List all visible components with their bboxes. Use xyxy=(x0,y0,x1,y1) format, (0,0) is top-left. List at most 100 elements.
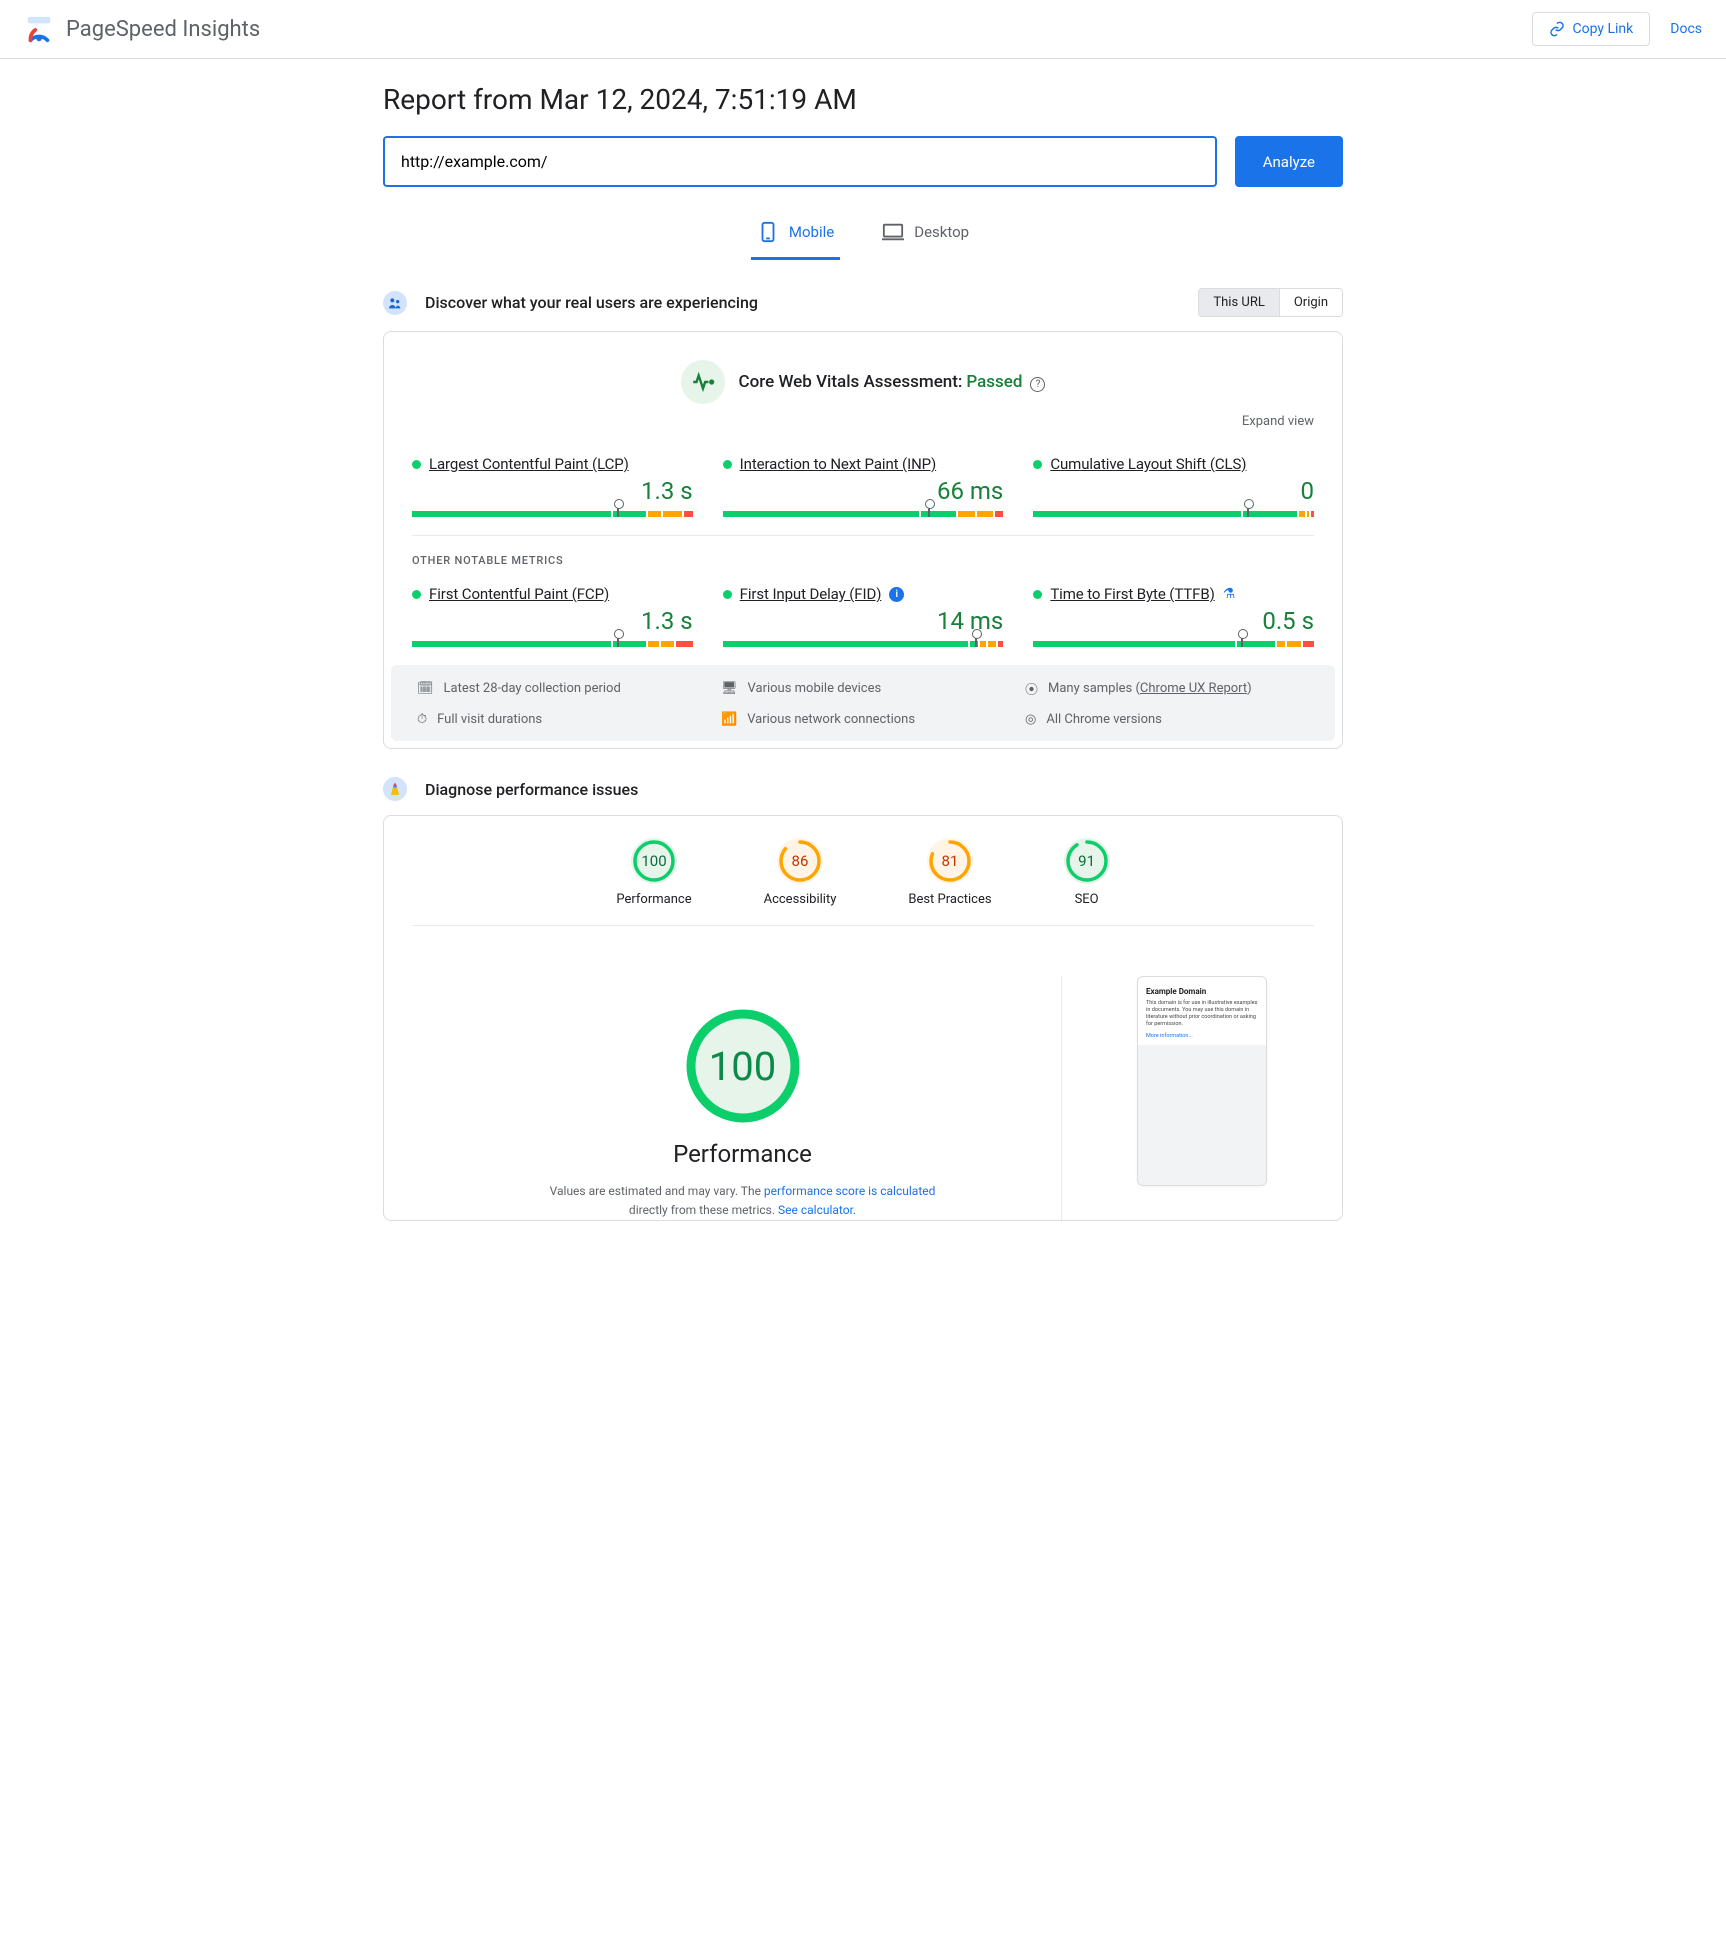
metric-cls-name: Cumulative Layout Shift (CLS) xyxy=(1050,455,1246,473)
metric-fid-name: First Input Delay (FID) xyxy=(740,585,882,603)
metric-ttfb[interactable]: Time to First Byte (TTFB) ⚗ 0.5 s xyxy=(1033,585,1314,651)
report-title: Report from Mar 12, 2024, 7:51:19 AM xyxy=(383,83,1343,116)
copy-link-button[interactable]: Copy Link xyxy=(1532,12,1651,46)
cwv-title-wrap: Core Web Vitals Assessment: Passed ? xyxy=(739,372,1046,392)
metric-lcp[interactable]: Largest Contentful Paint (LCP) 1.3 s xyxy=(412,455,693,521)
calendar-icon: 🗓 xyxy=(417,681,434,696)
app-header: PageSpeed Insights Copy Link Docs xyxy=(0,0,1726,59)
gauge-row: 100 Performance 86 Accessibility 81 Best… xyxy=(384,816,1342,925)
lcp-distribution xyxy=(412,511,693,517)
fid-info-icon[interactable]: i xyxy=(889,587,904,602)
status-dot-good-icon xyxy=(1033,460,1042,469)
header-right: Copy Link Docs xyxy=(1532,12,1703,46)
users-icon xyxy=(383,291,407,315)
status-dot-good-icon xyxy=(1033,590,1042,599)
metric-lcp-name: Largest Contentful Paint (LCP) xyxy=(429,455,629,473)
gauge-seo[interactable]: 91 SEO xyxy=(1064,838,1110,907)
experimental-flask-icon: ⚗ xyxy=(1223,586,1236,602)
other-metrics-grid: First Contentful Paint (FCP) 1.3 s First… xyxy=(412,585,1314,651)
big-performance-gauge: 100 xyxy=(683,1006,803,1126)
preview-fill xyxy=(1138,1045,1266,1185)
metric-fcp-name: First Contentful Paint (FCP) xyxy=(429,585,609,603)
cwv-title-prefix: Core Web Vitals Assessment: xyxy=(739,372,963,392)
toggle-this-url[interactable]: This URL xyxy=(1199,289,1279,316)
pagespeed-logo-icon xyxy=(24,14,54,44)
lighthouse-icon xyxy=(383,777,407,801)
url-row: Analyze xyxy=(383,136,1343,187)
big-score-left: 100 Performance Values are estimated and… xyxy=(424,976,1062,1220)
tab-mobile-label: Mobile xyxy=(789,223,834,241)
collection-period: Latest 28-day collection period xyxy=(444,681,621,696)
fid-distribution xyxy=(723,641,1004,647)
lighthouse-card: 100 Performance 86 Accessibility 81 Best… xyxy=(383,815,1343,1221)
status-dot-good-icon xyxy=(412,590,421,599)
header-left: PageSpeed Insights xyxy=(24,14,260,44)
metric-ttfb-value: 0.5 s xyxy=(1033,607,1314,635)
preview-title: Example Domain xyxy=(1146,987,1258,996)
lighthouse-section-title: Diagnose performance issues xyxy=(425,780,638,799)
desktop-icon xyxy=(882,221,904,243)
gauge-performance[interactable]: 100 Performance xyxy=(616,838,691,907)
durations-text: Full visit durations xyxy=(437,712,542,727)
samples-icon: ⦿ xyxy=(1025,679,1038,698)
crux-section-title: Discover what your real users are experi… xyxy=(425,293,758,312)
url-input[interactable] xyxy=(383,136,1217,187)
inp-distribution xyxy=(723,511,1004,517)
metric-fcp-value: 1.3 s xyxy=(412,607,693,635)
product-name[interactable]: PageSpeed Insights xyxy=(66,17,260,42)
big-score-area: 100 Performance Values are estimated and… xyxy=(384,926,1342,1220)
metric-fid[interactable]: First Input Delay (FID) i 14 ms xyxy=(723,585,1004,651)
docs-link[interactable]: Docs xyxy=(1670,21,1702,37)
toggle-origin[interactable]: Origin xyxy=(1280,289,1342,316)
devices-icon: 🖥 xyxy=(721,681,738,696)
score-calculated-link[interactable]: performance score is calculated xyxy=(764,1184,935,1198)
info-icon[interactable]: ? xyxy=(1030,377,1045,392)
other-metrics-label: OTHER NOTABLE METRICS xyxy=(412,554,1314,567)
pulse-icon xyxy=(681,360,725,404)
metric-inp-value: 66 ms xyxy=(723,477,1004,505)
cwv-status: Passed xyxy=(966,372,1022,392)
crux-title-left: Discover what your real users are experi… xyxy=(383,291,758,315)
tab-desktop-label: Desktop xyxy=(914,223,969,241)
status-dot-good-icon xyxy=(723,590,732,599)
see-calculator-link[interactable]: See calculator. xyxy=(778,1203,856,1217)
versions-text: All Chrome versions xyxy=(1046,712,1162,727)
metric-inp-name: Interaction to Next Paint (INP) xyxy=(740,455,937,473)
tab-mobile[interactable]: Mobile xyxy=(751,211,840,260)
cwv-header: Core Web Vitals Assessment: Passed ? xyxy=(412,360,1314,404)
metric-inp[interactable]: Interaction to Next Paint (INP) 66 ms xyxy=(723,455,1004,521)
metric-fid-value: 14 ms xyxy=(723,607,1004,635)
preview-card: Example Domain This domain is for use in… xyxy=(1137,976,1267,1186)
screenshot-preview: Example Domain This domain is for use in… xyxy=(1102,976,1302,1186)
crux-section-header: Discover what your real users are experi… xyxy=(383,288,1343,317)
duration-icon: ⏱ xyxy=(417,712,427,727)
fcp-distribution xyxy=(412,641,693,647)
device-tabs: Mobile Desktop xyxy=(383,211,1343,260)
metric-fcp[interactable]: First Contentful Paint (FCP) 1.3 s xyxy=(412,585,693,651)
status-dot-good-icon xyxy=(412,460,421,469)
chrome-ux-link[interactable]: Chrome UX Report xyxy=(1140,681,1247,696)
metric-cls[interactable]: Cumulative Layout Shift (CLS) 0 xyxy=(1033,455,1314,521)
core-metrics-grid: Largest Contentful Paint (LCP) 1.3 s Int… xyxy=(412,455,1314,521)
status-dot-good-icon xyxy=(723,460,732,469)
lighthouse-section-header: Diagnose performance issues xyxy=(383,777,1343,801)
big-score-title: Performance xyxy=(454,1140,1031,1168)
metric-lcp-value: 1.3 s xyxy=(412,477,693,505)
samples-text: Many samples (Chrome UX Report) xyxy=(1048,681,1252,696)
mobile-icon xyxy=(757,221,779,243)
connections-text: Various network connections xyxy=(747,712,915,727)
big-score-desc: Values are estimated and may vary. The p… xyxy=(543,1182,943,1220)
copy-link-label: Copy Link xyxy=(1573,21,1634,37)
gauge-best-practices[interactable]: 81 Best Practices xyxy=(908,838,991,907)
metric-cls-value: 0 xyxy=(1033,477,1314,505)
chrome-icon: ◎ xyxy=(1025,712,1036,727)
tab-desktop[interactable]: Desktop xyxy=(876,211,975,260)
analyze-button[interactable]: Analyze xyxy=(1235,136,1343,187)
big-gauge-value: 100 xyxy=(683,1006,803,1126)
preview-text: This domain is for use in illustrative e… xyxy=(1146,1000,1258,1029)
ttfb-distribution xyxy=(1033,641,1314,647)
crux-summary-footer: 🗓 Latest 28-day collection period 🖥 Vari… xyxy=(391,665,1335,741)
link-icon xyxy=(1549,21,1565,37)
expand-view-link[interactable]: Expand view xyxy=(412,414,1314,429)
gauge-accessibility[interactable]: 86 Accessibility xyxy=(764,838,837,907)
